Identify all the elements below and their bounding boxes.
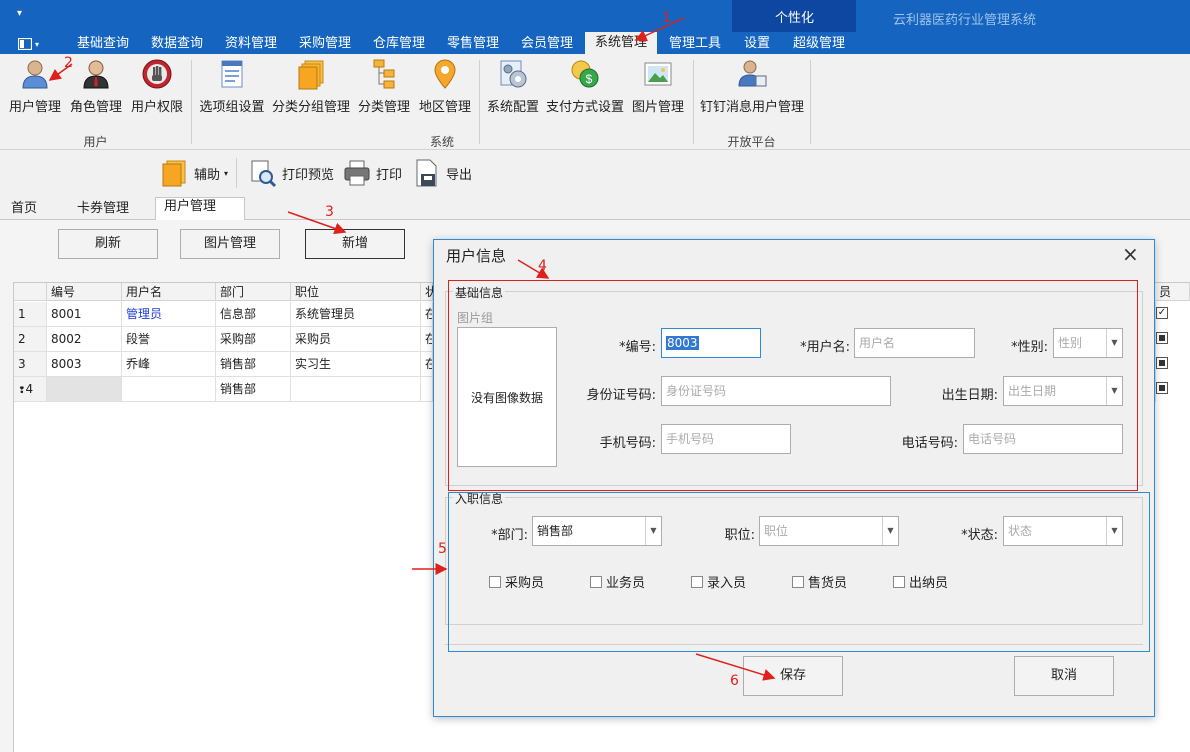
annotation-number-1: 1 [662,10,671,26]
annotation-arrows [48,17,776,681]
arrow-1 [634,17,685,42]
annotation-number-4: 4 [538,258,547,274]
annotation-number-5: 5 [438,541,447,557]
annotation-number-6: 6 [730,673,739,689]
arrow-3 [287,211,347,235]
annotation-number-2: 2 [64,55,73,71]
annotation-number-3: 3 [325,204,334,220]
